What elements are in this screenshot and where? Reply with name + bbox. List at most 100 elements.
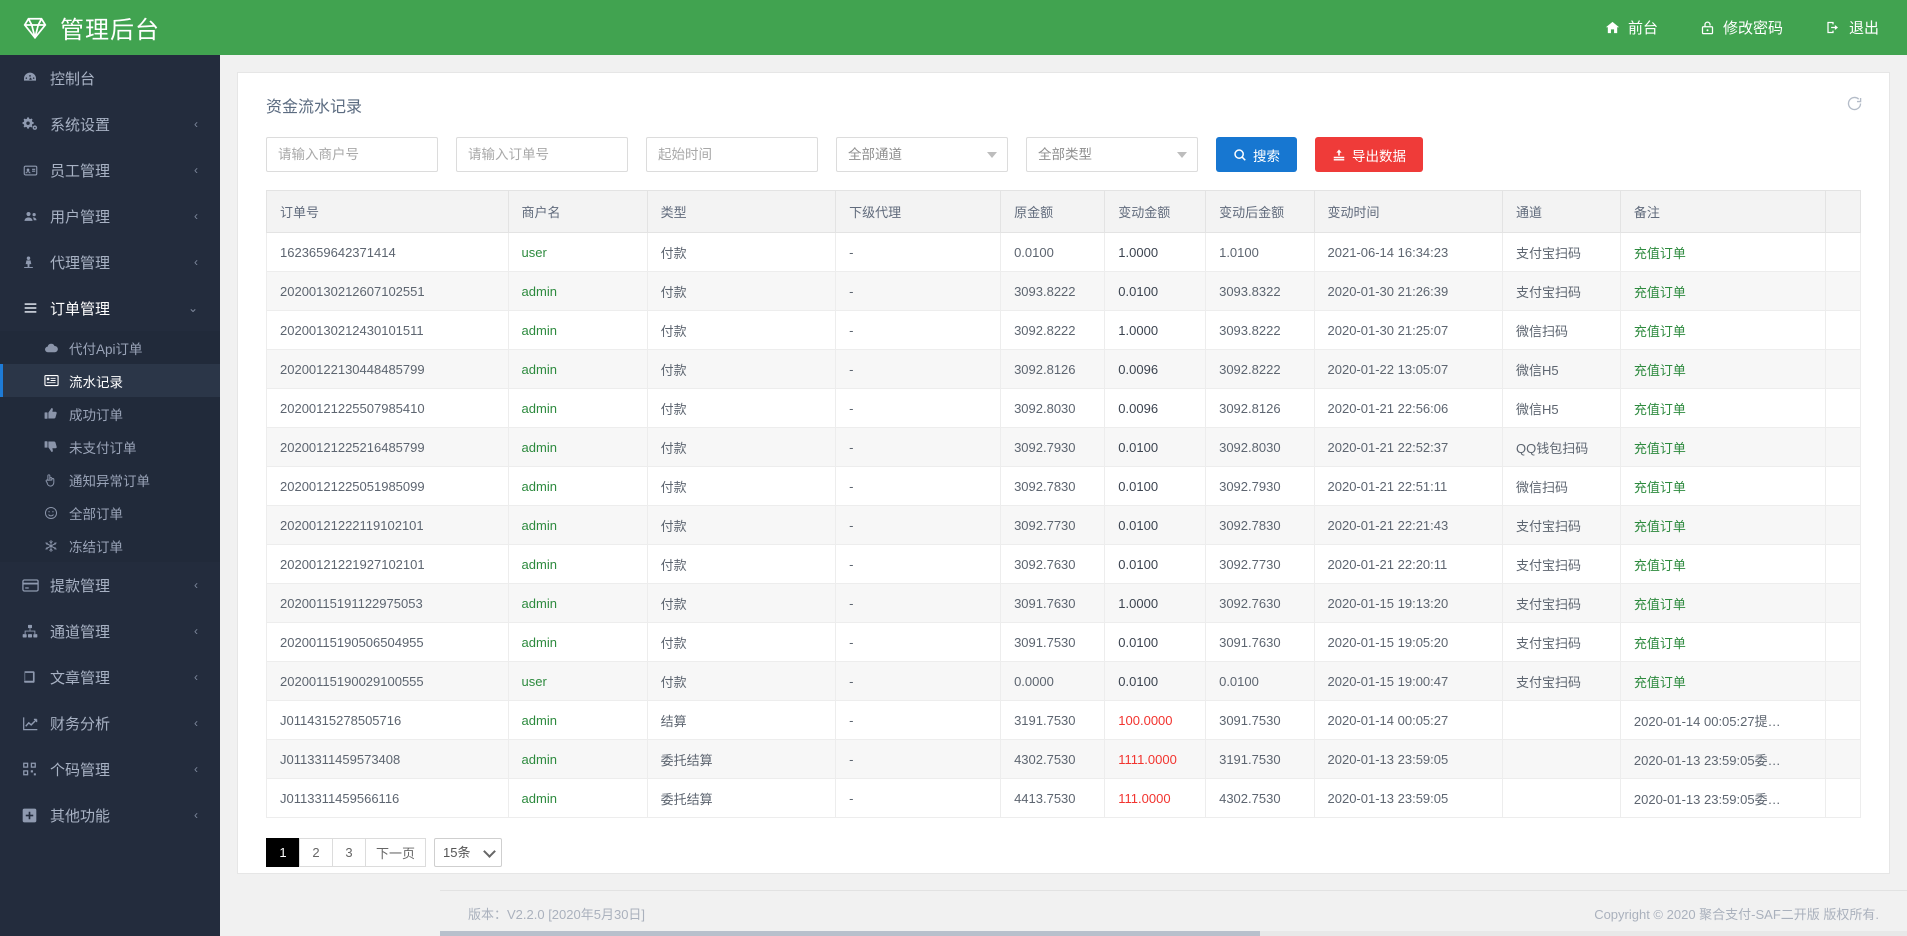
scrollbar-thumb[interactable]: [440, 931, 1260, 936]
table-row[interactable]: 1623659642371414user付款-0.01001.00001.010…: [267, 233, 1861, 272]
cell-channel: 微信H5: [1503, 389, 1621, 428]
table-row[interactable]: J0113311459566116admin委托结算-4413.7530111.…: [267, 779, 1861, 818]
cell-merchant: admin: [508, 467, 647, 506]
sidebar-item-financial-analysis[interactable]: 财务分析 ‹: [0, 700, 220, 746]
cell-type: 付款: [647, 389, 836, 428]
type-select[interactable]: 全部类型: [1026, 137, 1198, 172]
cell-channel: QQ钱包扫码: [1503, 428, 1621, 467]
sidebar-item-financial-analysis-label: 财务分析: [50, 713, 110, 734]
sidebar-item-channel-management[interactable]: 通道管理 ‹: [0, 608, 220, 654]
chevron-down-icon: ⌄: [188, 302, 198, 314]
search-icon: [1233, 148, 1247, 162]
logout-link[interactable]: 退出: [1825, 17, 1879, 38]
sidebar-subitem-notify-abnormal-orders[interactable]: 通知异常订单: [0, 463, 220, 496]
pagination-page-1[interactable]: 1: [266, 838, 300, 867]
credit-card-icon: [22, 579, 44, 592]
frontend-link[interactable]: 前台: [1605, 17, 1658, 38]
cell-delta-amount: 0.0100: [1105, 662, 1206, 701]
flow-records-table: 订单号 商户名 类型 下级代理 原金额 变动金额 变动后金额 变动时间 通道 备…: [266, 190, 1861, 818]
cell-channel: [1503, 779, 1621, 818]
table-row[interactable]: 20200130212607102551admin付款-3093.82220.0…: [267, 272, 1861, 311]
sidebar-subitem-success-orders[interactable]: 成功订单: [0, 397, 220, 430]
table-row[interactable]: 20200115190506504955admin付款-3091.75300.0…: [267, 623, 1861, 662]
column-header-delta: 变动金额: [1105, 191, 1206, 233]
cell-after-amount: 3092.8030: [1206, 428, 1314, 467]
pagination-page-2[interactable]: 2: [299, 838, 333, 867]
cell-actions: [1825, 389, 1860, 428]
table-row[interactable]: 20200122130448485799admin付款-3092.81260.0…: [267, 350, 1861, 389]
cell-merchant: admin: [508, 584, 647, 623]
sidebar-item-order-management[interactable]: 订单管理 ⌄: [0, 285, 220, 331]
sidebar-item-article-management[interactable]: 文章管理 ‹: [0, 654, 220, 700]
sidebar-item-staff-management[interactable]: 员工管理 ‹: [0, 147, 220, 193]
table-row[interactable]: 20200121225507985410admin付款-3092.80300.0…: [267, 389, 1861, 428]
table-row[interactable]: 20200121222119102101admin付款-3092.77300.0…: [267, 506, 1861, 545]
sidebar-subitem-frozen-orders[interactable]: 冻结订单: [0, 529, 220, 562]
horizontal-scrollbar[interactable]: [440, 931, 1907, 936]
table-row[interactable]: 20200121225216485799admin付款-3092.79300.0…: [267, 428, 1861, 467]
change-password-link[interactable]: 修改密码: [1700, 17, 1783, 38]
cell-order: 20200121225051985099: [267, 467, 509, 506]
sidebar-subitem-flow-records[interactable]: 流水记录: [0, 364, 220, 397]
start-time-input[interactable]: [646, 137, 818, 172]
cell-merchant: user: [508, 662, 647, 701]
sidebar-item-dashboard[interactable]: 控制台: [0, 55, 220, 101]
sidebar-item-other-functions[interactable]: 其他功能 ‹: [0, 792, 220, 838]
home-icon: [1605, 20, 1620, 35]
sidebar-item-user-management[interactable]: 用户管理 ‹: [0, 193, 220, 239]
pagination-page-3[interactable]: 3: [332, 838, 366, 867]
cell-change-time: 2020-01-30 21:25:07: [1314, 311, 1503, 350]
page-size-select[interactable]: 15条: [434, 838, 502, 867]
export-icon: [1332, 148, 1346, 162]
cell-actions: [1825, 623, 1860, 662]
search-button[interactable]: 搜索: [1216, 137, 1297, 172]
top-header-bar: 管理后台 前台 修改密码: [0, 0, 1907, 55]
cell-actions: [1825, 428, 1860, 467]
table-row[interactable]: 20200115190029100555user付款-0.00000.01000…: [267, 662, 1861, 701]
sidebar-item-user-management-label: 用户管理: [50, 206, 110, 227]
cell-after-amount: 3091.7530: [1206, 701, 1314, 740]
cell-merchant: admin: [508, 428, 647, 467]
sidebar-item-system-settings-label: 系统设置: [50, 114, 110, 135]
cell-type: 委托结算: [647, 779, 836, 818]
cell-remark: 充值订单: [1620, 428, 1825, 467]
sidebar-item-system-settings[interactable]: 系统设置 ‹: [0, 101, 220, 147]
cell-channel: 支付宝扫码: [1503, 545, 1621, 584]
table-row[interactable]: 20200115191122975053admin付款-3091.76301.0…: [267, 584, 1861, 623]
cell-after-amount: 4302.7530: [1206, 779, 1314, 818]
pagination: 123下一页 15条: [238, 818, 1889, 867]
cell-remark: 充值订单: [1620, 350, 1825, 389]
chevron-left-icon: ‹: [194, 671, 198, 683]
cell-after-amount: 3093.8322: [1206, 272, 1314, 311]
sidebar-item-qrcode-management[interactable]: 个码管理 ‹: [0, 746, 220, 792]
column-header-actions: [1825, 191, 1860, 233]
table-row[interactable]: 20200130212430101511admin付款-3092.82221.0…: [267, 311, 1861, 350]
sidebar-subitem-unpaid-orders[interactable]: 未支付订单: [0, 430, 220, 463]
type-select-wrap: 全部类型: [1026, 137, 1198, 172]
order-no-input[interactable]: [456, 137, 628, 172]
export-button[interactable]: 导出数据: [1315, 137, 1423, 172]
cell-agent: -: [836, 662, 1001, 701]
sidebar-subitem-all-orders[interactable]: 全部订单: [0, 496, 220, 529]
cell-remark: 2020-01-13 23:59:05委…: [1620, 779, 1825, 818]
table-row[interactable]: 20200121221927102101admin付款-3092.76300.0…: [267, 545, 1861, 584]
brand-logo[interactable]: 管理后台: [0, 0, 220, 55]
cell-delta-amount: 1111.0000: [1105, 740, 1206, 779]
pagination-next-button[interactable]: 下一页: [365, 838, 426, 867]
frontend-link-label: 前台: [1628, 17, 1658, 38]
table-row[interactable]: J0113311459573408admin委托结算-4302.75301111…: [267, 740, 1861, 779]
cell-after-amount: 3191.7530: [1206, 740, 1314, 779]
channel-select-wrap: 全部通道: [836, 137, 1008, 172]
table-row[interactable]: J0114315278505716admin结算-3191.7530100.00…: [267, 701, 1861, 740]
order-management-submenu: 代付Api订单 流水记录 成功订单 未支付订单: [0, 331, 220, 562]
sidebar-item-agent-management[interactable]: 代理管理 ‹: [0, 239, 220, 285]
cell-agent: -: [836, 740, 1001, 779]
cell-orig-amount: 3092.8126: [1001, 350, 1105, 389]
table-row[interactable]: 20200121225051985099admin付款-3092.78300.0…: [267, 467, 1861, 506]
sidebar-subitem-daifu-api-order[interactable]: 代付Api订单: [0, 331, 220, 364]
cell-type: 付款: [647, 584, 836, 623]
refresh-icon[interactable]: [1846, 95, 1863, 117]
merchant-no-input[interactable]: [266, 137, 438, 172]
channel-select[interactable]: 全部通道: [836, 137, 1008, 172]
sidebar-item-withdraw-management[interactable]: 提款管理 ‹: [0, 562, 220, 608]
